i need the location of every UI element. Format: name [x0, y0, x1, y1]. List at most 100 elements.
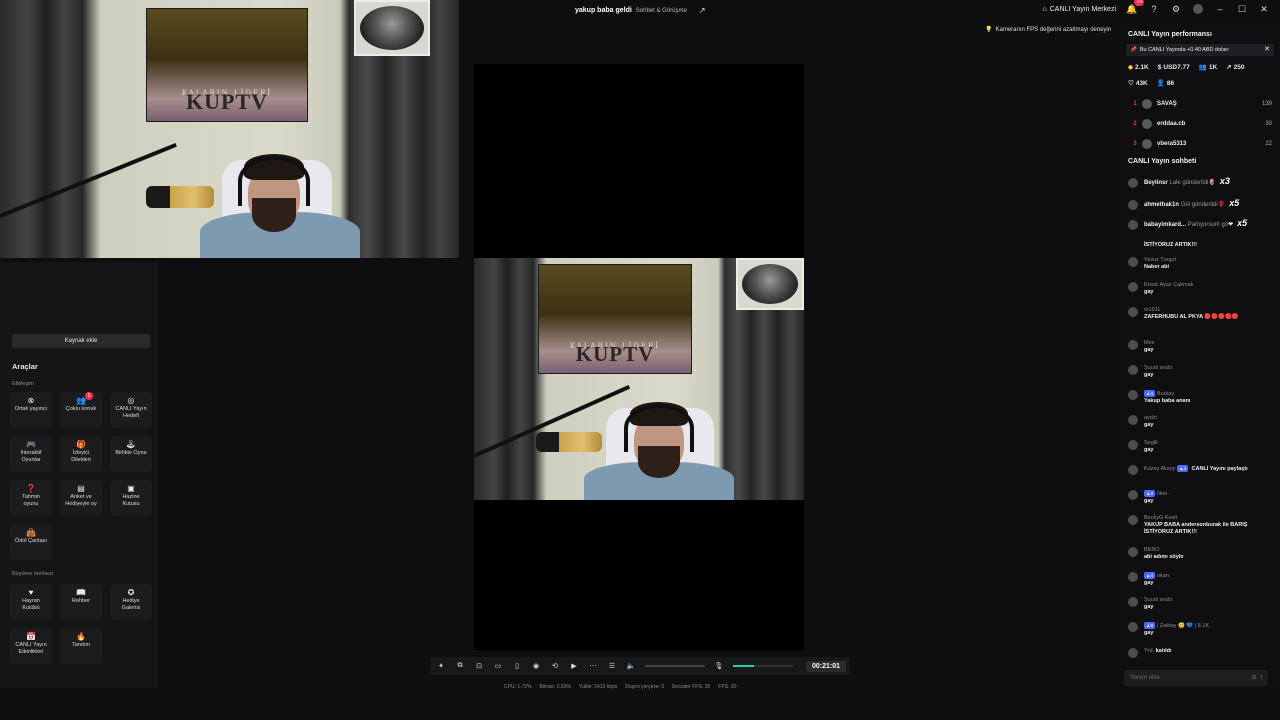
stats-row-2: ♡ 43K 👤 86: [1128, 79, 1175, 88]
poll-icon: ▤: [77, 484, 85, 493]
chat-message: Suudi arabi gay: [1128, 365, 1272, 379]
ranking-row[interactable]: 2 erddaa.cb 30: [1128, 117, 1272, 131]
gamepad-icon: 🎮: [26, 440, 36, 449]
wall-portrait: [354, 0, 430, 56]
comment-input[interactable]: Yorum ekle ☺ ↑: [1124, 670, 1268, 686]
lightbulb-icon: 💡: [985, 27, 993, 33]
chat-message: Segili· gay: [1128, 440, 1272, 454]
maximize-icon[interactable]: ☐: [1236, 3, 1248, 15]
tool-promote[interactable]: 🔥 Tanıtım: [60, 628, 102, 664]
tool-treasure-box[interactable]: ▣ Hazine Kutusu: [110, 480, 152, 516]
target-icon: ◎: [127, 396, 135, 405]
pin-icon: 📌: [1130, 47, 1137, 53]
close-icon[interactable]: ✕: [1264, 44, 1270, 56]
tool-interactive-games[interactable]: 🎮 İnteraktif Oyunlar: [10, 436, 52, 472]
help-icon[interactable]: ?: [1148, 3, 1160, 15]
microphone: [146, 186, 214, 208]
performance-stats: CPU: 1.72% Bitrate: 0.93% Yükle: 5413 kb…: [504, 684, 737, 690]
layers-icon[interactable]: ⧉: [455, 662, 465, 670]
send-icon[interactable]: ↑: [1260, 674, 1264, 681]
canvas-empty-top: [474, 64, 804, 258]
gift-message: babayimkard... Parlıyorsun! gö❤ x5: [1128, 219, 1272, 230]
guests-icon: 👥: [76, 396, 86, 405]
stream-title-area[interactable]: yakup baba geldi Sohbet & Görüşme ↗: [575, 6, 706, 15]
chat-message: BERO abi adımı söyle: [1128, 547, 1272, 561]
record-icon[interactable]: ◉: [531, 662, 541, 670]
chat-message: Mex gay: [1128, 340, 1272, 354]
gift-message: ahmethak1n Gül gönderildi🌹 x5: [1128, 199, 1272, 210]
rose-icon: 🌹: [1217, 202, 1226, 208]
gift-message: Beylinsr Lale gönderildi🌷 x3: [1128, 177, 1272, 188]
live-center-button[interactable]: ⌂ CANLI Yayın Merkezi: [1043, 6, 1117, 13]
top-bar: yakup baba geldi Sohbet & Görüşme ↗ ⌂ CA…: [460, 0, 1280, 24]
calendar-icon: 📅: [26, 632, 36, 641]
notification-badge: 14: [1134, 0, 1144, 6]
tool-reward-bag[interactable]: 👜 Ödül Çantası: [10, 524, 52, 560]
chat-message: Yavuz Turgut Naber abi: [1128, 257, 1272, 271]
ranking-row[interactable]: 1 SAVAŞ 139: [1128, 97, 1272, 111]
stats-row-1: ◆ 2.1K $ USD7.77 👥 1K ↗ 250: [1128, 63, 1245, 72]
heart-icon: ❤: [1228, 222, 1234, 228]
replay-icon[interactable]: ⟲: [550, 662, 560, 670]
volume-slider[interactable]: [645, 665, 705, 667]
tool-poll[interactable]: ▤ Anket ve Hediyeyle oy: [60, 480, 102, 516]
mic-level-slider[interactable]: [733, 665, 793, 667]
section-growth: Büyüme merkezi: [12, 571, 53, 577]
camera-source-preview[interactable]: KALARIN LİDERİ KUPTV: [0, 0, 459, 258]
chat-title: CANLI Yayın sohbeti: [1128, 158, 1197, 165]
close-icon[interactable]: ✕: [1258, 3, 1270, 15]
phone-icon[interactable]: ▯: [512, 662, 522, 670]
notification-icon[interactable]: 🔔 14: [1126, 0, 1144, 15]
chat-message: ▲4 İlker· gay: [1128, 490, 1272, 505]
tool-live-events[interactable]: 📅 CANLI Yayın Etkinlikleri: [10, 628, 52, 664]
multi-guest-badge: 2: [85, 392, 93, 400]
chat-message: Ensar Ayaz Çakmak gay: [1128, 282, 1272, 296]
display-icon[interactable]: ▭: [493, 662, 503, 670]
speaker-icon[interactable]: 🔈: [626, 662, 636, 670]
avatar: [1142, 139, 1152, 149]
tool-prediction-game[interactable]: ❓ Tahmin oyunu: [10, 480, 52, 516]
settings-icon[interactable]: ⚙: [1170, 3, 1182, 15]
avatar: [1142, 119, 1152, 129]
tool-co-host[interactable]: ⊗ Ortak yayıncı: [10, 392, 52, 428]
avatar[interactable]: [1192, 3, 1204, 15]
joystick-icon: 🕹: [125, 440, 137, 449]
tool-gift-gallery[interactable]: ✪ Hediye Galerisi: [110, 584, 152, 620]
heart-icon: ♥: [28, 588, 34, 597]
avatar: [1142, 99, 1152, 109]
magic-wand-icon[interactable]: ✦: [436, 662, 446, 670]
chat-message: Kuzey Aksoy ▲4 CANLI Yayını paylaştı: [1128, 465, 1272, 475]
wall-poster: KALARIN LİDERİ KUPTV: [146, 8, 308, 122]
chat-list[interactable]: Beylinsr Lale gönderildi🌷 x3 ahmethak1n G…: [1120, 172, 1280, 662]
chat-message: BeckyG Kesit YAKUP BABA andersonburak ile…: [1128, 515, 1272, 536]
tool-fan-club[interactable]: ♥ Hayran Kulübü: [10, 584, 52, 620]
tool-live-goal[interactable]: ◎ CANLI Yayın Hedefi: [110, 392, 152, 428]
right-panel: CANLI Yayın performansı 📌 Bu CANLI Yayın…: [1120, 24, 1280, 690]
camera-icon[interactable]: ▶: [569, 662, 579, 670]
sliders-icon[interactable]: ☰: [607, 662, 617, 670]
ranking-row[interactable]: 3 vbera5313 22: [1128, 137, 1272, 151]
stream-title: yakup baba geldi: [575, 7, 632, 14]
followers-stat: 👤 86: [1156, 79, 1175, 88]
fps-tip[interactable]: 💡 Kameranın FPS değerini azaltmayı deney…: [985, 26, 1111, 34]
canvas-empty-bottom: [474, 500, 804, 650]
share-icon[interactable]: ↗: [699, 6, 706, 15]
tools-panel: Kaynak ekle Araçlar Etkileşim ⊗ Ortak yay…: [0, 262, 158, 688]
add-source-button[interactable]: Kaynak ekle: [12, 334, 150, 348]
heart-icon: ♡: [1128, 80, 1134, 87]
tool-viewer-wishes[interactable]: 🎁 İzleyici Dilekleri: [60, 436, 102, 472]
minimize-icon[interactable]: –: [1214, 3, 1226, 15]
canvas-camera-layer[interactable]: KALARIN LİDERİ KUPTV: [474, 258, 804, 500]
shares-stat: ↗ 250: [1226, 63, 1245, 72]
control-bar: ✦ ⧉ ⊡ ▭ ▯ ◉ ⟲ ▶ ⋯ ☰ 🔈 🎙 00:21:01: [430, 657, 850, 675]
emoji-icon[interactable]: ☺: [1250, 674, 1257, 681]
more-icon[interactable]: ⋯: [588, 662, 598, 670]
user-plus-icon: 👤: [1156, 80, 1165, 87]
tool-play-together[interactable]: 🕹 Birlikte Oyna: [110, 436, 152, 472]
tools-title: Araçlar: [12, 362, 38, 371]
mic-icon[interactable]: 🎙: [714, 662, 724, 670]
tool-multi-guest[interactable]: 2 👥 Çoklu konuk: [60, 392, 102, 428]
screen-capture-icon[interactable]: ⊡: [474, 662, 484, 670]
tool-guide[interactable]: 📖 Rehber: [60, 584, 102, 620]
live-studio-window: KALARIN LİDERİ KUPTV yakup baba geldi So…: [0, 0, 1280, 720]
